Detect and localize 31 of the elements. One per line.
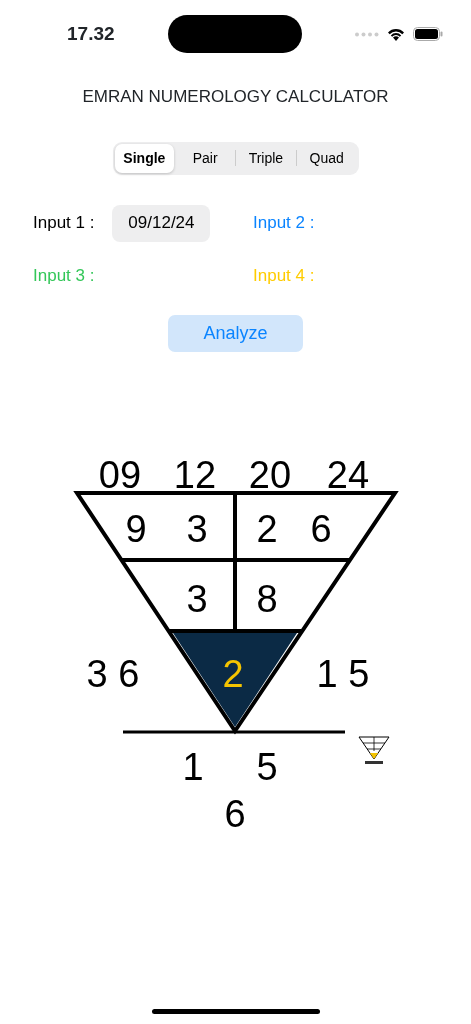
- digit: 8: [256, 577, 278, 620]
- status-time: 17.32: [67, 21, 115, 46]
- left-number: 3 6: [86, 652, 140, 695]
- digit: 9: [125, 507, 147, 550]
- date-number: 12: [173, 453, 217, 496]
- date-number: 09: [98, 453, 142, 496]
- result-digit: 6: [224, 792, 246, 835]
- app-title: EMRAN NUMEROLOGY CALCULATOR: [81, 86, 390, 108]
- digit: 2: [256, 507, 278, 550]
- segment-tab[interactable]: Single: [114, 143, 175, 173]
- digit: 3: [186, 507, 208, 550]
- digit: 5: [256, 745, 278, 788]
- segment-tab[interactable]: Triple: [236, 143, 296, 173]
- date-number: 24: [326, 453, 370, 496]
- date-number: 20: [248, 453, 292, 496]
- center-digit: 2: [222, 652, 244, 695]
- input-label: Input 2 :: [253, 212, 315, 235]
- signal-icon: [355, 31, 379, 37]
- right-number: 1 5: [316, 652, 370, 695]
- logo-icon: [358, 736, 390, 764]
- segment-tab[interactable]: Pair: [175, 143, 235, 173]
- input-label: Input 3 :: [33, 265, 95, 288]
- digit: 3: [186, 577, 208, 620]
- input-label: Input 1 :: [33, 212, 95, 235]
- wifi-icon: [387, 27, 405, 41]
- digit: 1: [182, 745, 204, 788]
- segment-tab[interactable]: Quad: [296, 143, 357, 173]
- digit: 6: [310, 507, 332, 550]
- battery-icon: [413, 27, 443, 41]
- input-label: Input 4 :: [253, 265, 315, 288]
- date-field[interactable]: 09/12/24: [112, 204, 211, 242]
